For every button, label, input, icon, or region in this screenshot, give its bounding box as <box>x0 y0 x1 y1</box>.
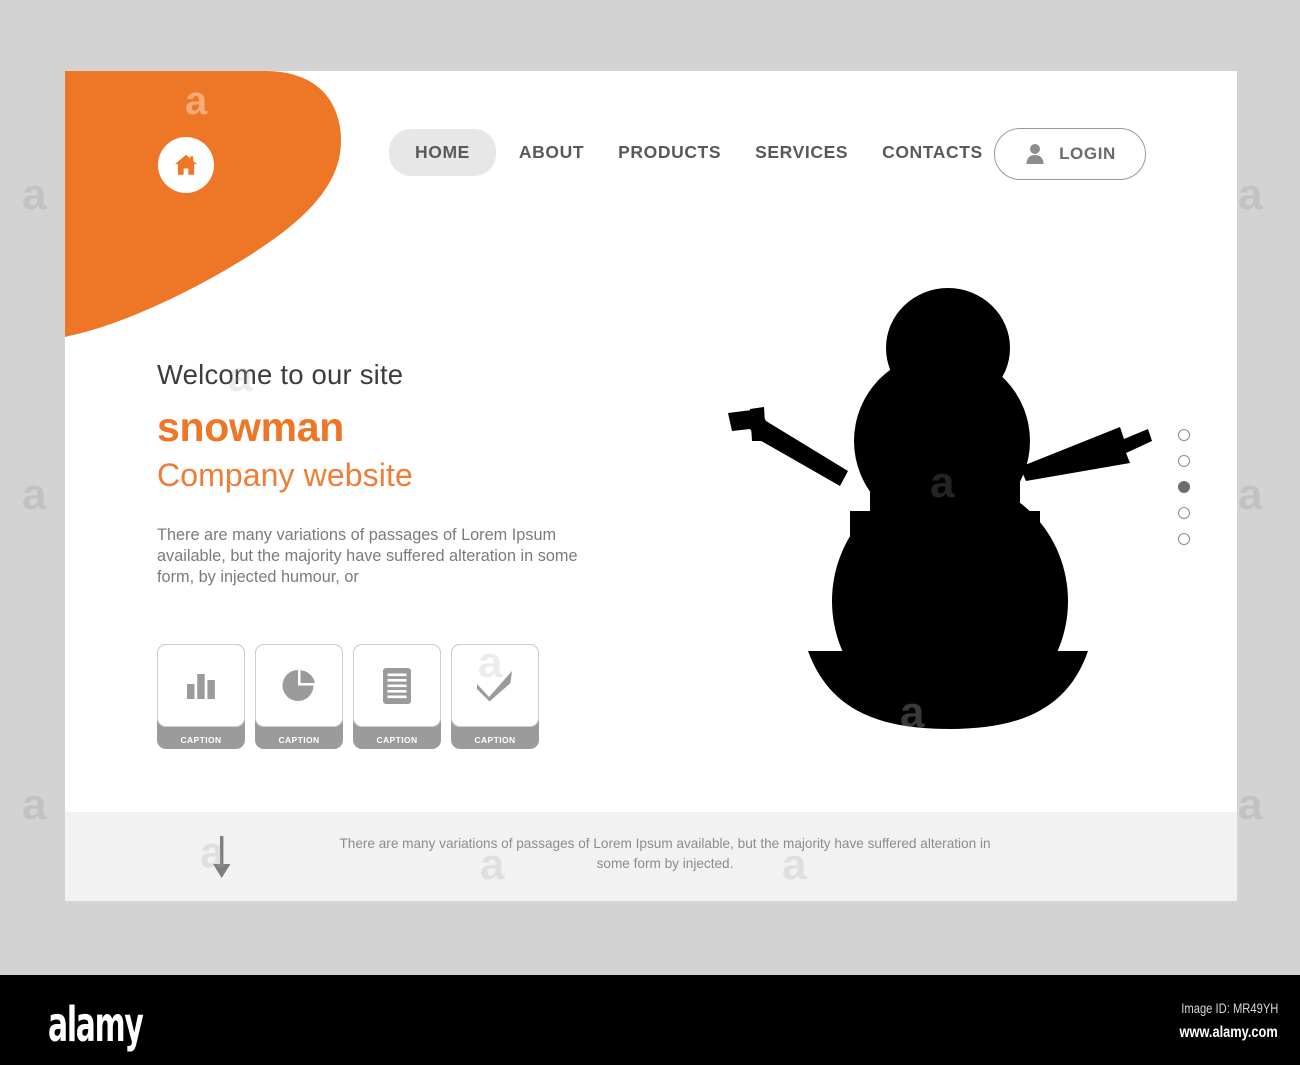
carousel-dot-5[interactable] <box>1178 533 1190 545</box>
feature-card-pie-chart[interactable]: CAPTION <box>255 644 343 749</box>
feature-card-checkmark[interactable]: CAPTION <box>451 644 539 749</box>
website-page-card: a HOME ABOUT PRODUCTS SERVICES CONTACTS … <box>65 71 1237 901</box>
feature-card-caption: CAPTION <box>376 735 418 745</box>
main-navigation: HOME ABOUT PRODUCTS SERVICES CONTACTS <box>389 129 1000 176</box>
login-label: LOGIN <box>1059 144 1116 163</box>
watermark-letter: a <box>1238 170 1263 219</box>
watermark-letter: a <box>22 470 47 519</box>
feature-card-row: CAPTION CAPTION CAPTION CAPTION <box>157 644 539 749</box>
alamy-image-id: Image ID: MR49YH <box>1180 1000 1278 1016</box>
nav-item-about[interactable]: ABOUT <box>502 142 601 163</box>
bottom-strip-text: There are many variations of passages of… <box>339 836 991 871</box>
feature-card-icon-area <box>451 644 539 727</box>
feature-card-icon-area <box>353 644 441 727</box>
hero-welcome-line: Welcome to our site <box>157 359 404 390</box>
carousel-dot-2[interactable] <box>1178 455 1190 467</box>
alamy-logo: alamy <box>48 997 144 1053</box>
nav-item-services[interactable]: SERVICES <box>738 142 865 163</box>
carousel-dots <box>1178 429 1190 545</box>
carousel-dot-4[interactable] <box>1178 507 1190 519</box>
watermark-letter: a <box>22 780 47 829</box>
stock-photo-stage: a HOME ABOUT PRODUCTS SERVICES CONTACTS … <box>0 0 1300 965</box>
watermark-letter: a <box>185 79 208 123</box>
orange-corner-shape <box>65 71 341 337</box>
snowman-silhouette-image <box>728 288 1152 729</box>
feature-card-caption: CAPTION <box>474 735 516 745</box>
alamy-url[interactable]: www.alamy.com <box>1180 1024 1278 1042</box>
alamy-footer-bar <box>0 975 1300 1065</box>
carousel-dot-3[interactable] <box>1178 481 1190 493</box>
site-logo-badge[interactable] <box>158 137 214 193</box>
nav-item-home[interactable]: HOME <box>389 129 496 176</box>
hero-brand-tagline: Company website <box>157 456 413 493</box>
nav-item-products[interactable]: PRODUCTS <box>601 142 738 163</box>
watermark-letter: a <box>22 170 47 219</box>
login-button[interactable]: LOGIN <box>994 128 1146 180</box>
hero-paragraph: There are many variations of passages of… <box>157 525 578 586</box>
watermark-letter: a <box>1238 470 1263 519</box>
watermark-letter: a <box>1238 780 1263 829</box>
hero-brand-name: snowman <box>157 404 344 451</box>
feature-card-icon-area <box>255 644 343 727</box>
checkmark-icon <box>477 670 512 701</box>
bottom-info-strip: There are many variations of passages of… <box>65 812 1237 901</box>
document-lines-icon <box>383 667 411 704</box>
carousel-dot-1[interactable] <box>1178 429 1190 441</box>
bar-chart-icon <box>187 673 215 699</box>
feature-card-caption: CAPTION <box>278 735 320 745</box>
arrow-down-icon[interactable] <box>205 834 239 882</box>
feature-card-caption: CAPTION <box>180 735 222 745</box>
feature-card-document[interactable]: CAPTION <box>353 644 441 749</box>
feature-card-icon-area <box>157 644 245 727</box>
hero-copy-block: Welcome to our site snowman Company webs… <box>157 359 657 587</box>
feature-card-bar-chart[interactable]: CAPTION <box>157 644 245 749</box>
user-icon <box>1026 144 1044 164</box>
pie-chart-icon <box>282 669 315 701</box>
nav-item-contacts[interactable]: CONTACTS <box>865 142 1000 163</box>
home-icon <box>175 154 197 175</box>
